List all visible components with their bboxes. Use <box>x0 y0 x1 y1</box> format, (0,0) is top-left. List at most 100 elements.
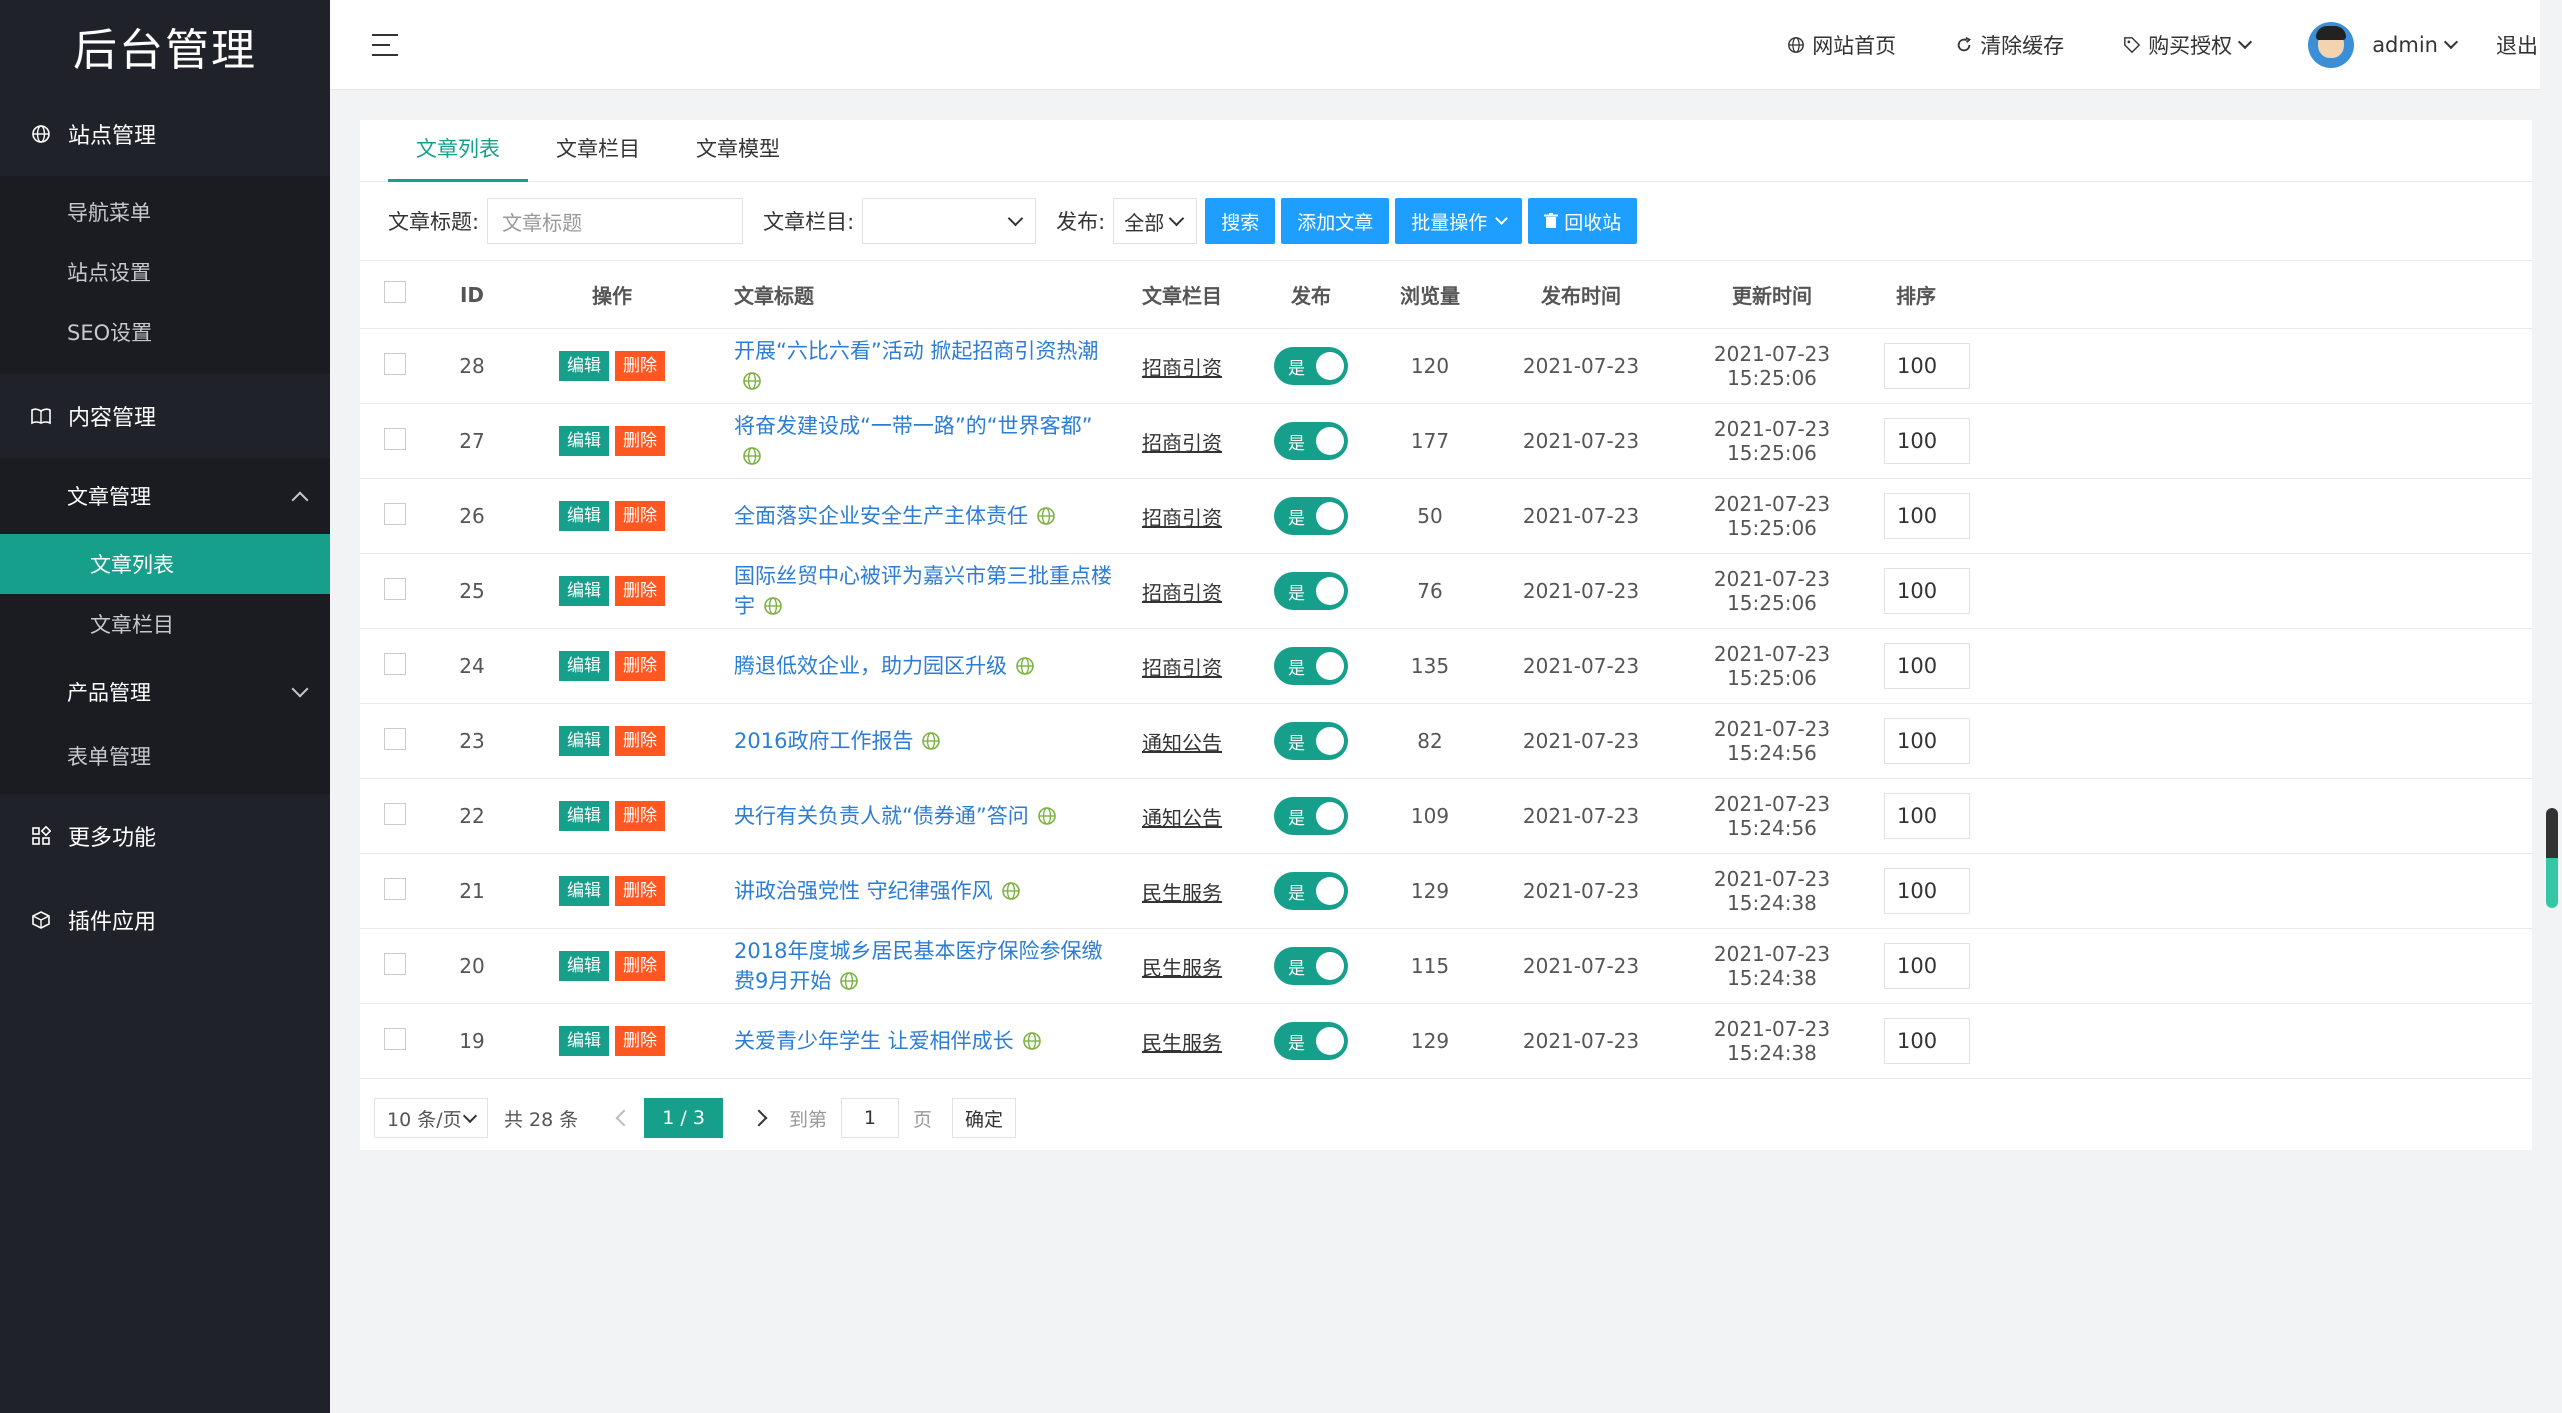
globe-icon[interactable] <box>1001 879 1021 900</box>
edit-button[interactable]: 编辑 <box>559 576 609 606</box>
publish-toggle[interactable]: 是 <box>1274 572 1348 610</box>
column-link[interactable]: 通知公告 <box>1142 806 1222 830</box>
row-checkbox[interactable] <box>384 877 406 900</box>
sidebar-item-seo-settings[interactable]: SEO设置 <box>0 302 330 362</box>
batch-operation-button[interactable]: 批量操作 <box>1395 198 1523 244</box>
delete-button[interactable]: 删除 <box>615 576 665 606</box>
recycle-bin-button[interactable]: 回收站 <box>1528 198 1638 244</box>
sort-input[interactable]: 100 <box>1884 568 1970 614</box>
article-title-link[interactable]: 腾退低效企业，助力园区升级 <box>712 651 1112 681</box>
article-title-link[interactable]: 关爱青少年学生 让爱相伴成长 <box>712 1026 1112 1056</box>
edit-button[interactable]: 编辑 <box>559 351 609 381</box>
prev-page-icon[interactable] <box>615 1109 633 1127</box>
globe-icon[interactable] <box>763 594 783 615</box>
menu-toggle-icon[interactable] <box>372 33 398 56</box>
column-link[interactable]: 民生服务 <box>1142 956 1222 980</box>
globe-icon[interactable] <box>839 969 859 990</box>
delete-button[interactable]: 删除 <box>615 426 665 456</box>
nav-group-more[interactable]: 更多功能 <box>0 794 330 878</box>
row-checkbox[interactable] <box>384 577 406 600</box>
article-title-link[interactable]: 全面落实企业安全生产主体责任 <box>712 501 1112 531</box>
delete-button[interactable]: 删除 <box>615 801 665 831</box>
select-all-checkbox[interactable] <box>384 281 406 303</box>
column-link[interactable]: 民生服务 <box>1142 1031 1222 1055</box>
sort-input[interactable]: 100 <box>1884 793 1970 839</box>
column-select[interactable] <box>862 198 1037 244</box>
column-link[interactable]: 招商引资 <box>1142 506 1222 530</box>
globe-icon[interactable] <box>742 444 762 465</box>
globe-icon[interactable] <box>1022 1029 1042 1050</box>
buy-license-link[interactable]: 购买授权 <box>2122 30 2253 60</box>
globe-icon[interactable] <box>1037 804 1057 825</box>
goto-page-input[interactable]: 1 <box>840 1098 899 1138</box>
row-checkbox[interactable] <box>384 352 406 375</box>
edit-button[interactable]: 编辑 <box>559 651 609 681</box>
nav-group-content[interactable]: 内容管理 <box>0 374 330 458</box>
edit-button[interactable]: 编辑 <box>559 1026 609 1056</box>
publish-select[interactable]: 全部 <box>1113 198 1198 244</box>
publish-toggle[interactable]: 是 <box>1274 872 1348 910</box>
add-article-button[interactable]: 添加文章 <box>1281 198 1390 244</box>
sort-input[interactable]: 100 <box>1884 493 1970 539</box>
sidebar-item-nav-menu[interactable]: 导航菜单 <box>0 182 330 242</box>
sidebar-item-article-list[interactable]: 文章列表 <box>0 534 330 594</box>
sort-input[interactable]: 100 <box>1884 718 1970 764</box>
sort-input[interactable]: 100 <box>1884 943 1970 989</box>
delete-button[interactable]: 删除 <box>615 651 665 681</box>
sort-input[interactable]: 100 <box>1884 418 1970 464</box>
delete-button[interactable]: 删除 <box>615 726 665 756</box>
publish-toggle[interactable]: 是 <box>1274 647 1348 685</box>
globe-icon[interactable] <box>921 729 941 750</box>
article-title-link[interactable]: 国际丝贸中心被评为嘉兴市第三批重点楼宇 <box>712 561 1112 621</box>
column-link[interactable]: 民生服务 <box>1142 881 1222 905</box>
user-menu[interactable]: admin <box>2308 22 2459 68</box>
logout-link[interactable]: 退出 <box>2496 30 2538 60</box>
sidebar-item-form-mgmt[interactable]: 表单管理 <box>0 730 330 782</box>
tab-article-list[interactable]: 文章列表 <box>388 133 528 182</box>
per-page-select[interactable]: 10 条/页 <box>374 1098 488 1138</box>
row-checkbox[interactable] <box>384 727 406 750</box>
sidebar-item-product-mgmt[interactable]: 产品管理 <box>0 654 330 730</box>
edit-button[interactable]: 编辑 <box>559 426 609 456</box>
nav-group-plugins[interactable]: 插件应用 <box>0 878 330 962</box>
tab-article-model[interactable]: 文章模型 <box>668 133 808 181</box>
edit-button[interactable]: 编辑 <box>559 876 609 906</box>
delete-button[interactable]: 删除 <box>615 876 665 906</box>
publish-toggle[interactable]: 是 <box>1274 722 1348 760</box>
row-checkbox[interactable] <box>384 427 406 450</box>
sort-input[interactable]: 100 <box>1884 643 1970 689</box>
article-title-link[interactable]: 讲政治强党性 守纪律强作风 <box>712 876 1112 906</box>
sidebar-item-article-mgmt[interactable]: 文章管理 <box>0 458 330 534</box>
publish-toggle[interactable]: 是 <box>1274 947 1348 985</box>
edit-button[interactable]: 编辑 <box>559 726 609 756</box>
page-scrollbar[interactable] <box>2540 0 2562 1413</box>
publish-toggle[interactable]: 是 <box>1274 1022 1348 1060</box>
row-checkbox[interactable] <box>384 502 406 525</box>
publish-toggle[interactable]: 是 <box>1274 347 1348 385</box>
sidebar-item-article-column[interactable]: 文章栏目 <box>0 594 330 654</box>
globe-icon[interactable] <box>742 369 762 390</box>
column-link[interactable]: 招商引资 <box>1142 431 1222 455</box>
current-page[interactable]: 1 / 3 <box>644 1098 723 1138</box>
search-button[interactable]: 搜索 <box>1205 198 1276 244</box>
article-title-link[interactable]: 2018年度城乡居民基本医疗保险参保缴费9月开始 <box>712 936 1112 996</box>
publish-toggle[interactable]: 是 <box>1274 422 1348 460</box>
row-checkbox[interactable] <box>384 1027 406 1050</box>
article-title-link[interactable]: 开展“六比六看”活动 掀起招商引资热潮 <box>712 336 1112 396</box>
edit-button[interactable]: 编辑 <box>559 501 609 531</box>
delete-button[interactable]: 删除 <box>615 351 665 381</box>
clear-cache-link[interactable]: 清除缓存 <box>1954 30 2064 60</box>
article-title-link[interactable]: 2016政府工作报告 <box>712 726 1112 756</box>
publish-toggle[interactable]: 是 <box>1274 797 1348 835</box>
row-checkbox[interactable] <box>384 802 406 825</box>
nav-group-site[interactable]: 站点管理 <box>0 92 330 176</box>
article-title-link[interactable]: 将奋发建设成“一带一路”的“世界客都” <box>712 411 1112 471</box>
sort-input[interactable]: 100 <box>1884 343 1970 389</box>
delete-button[interactable]: 删除 <box>615 501 665 531</box>
edit-button[interactable]: 编辑 <box>559 951 609 981</box>
globe-icon[interactable] <box>1036 504 1056 525</box>
scrollbar-thumb[interactable] <box>2546 808 2558 908</box>
website-home-link[interactable]: 网站首页 <box>1786 30 1896 60</box>
goto-confirm-button[interactable]: 确定 <box>951 1098 1016 1138</box>
title-search-input[interactable]: 文章标题 <box>487 198 744 244</box>
